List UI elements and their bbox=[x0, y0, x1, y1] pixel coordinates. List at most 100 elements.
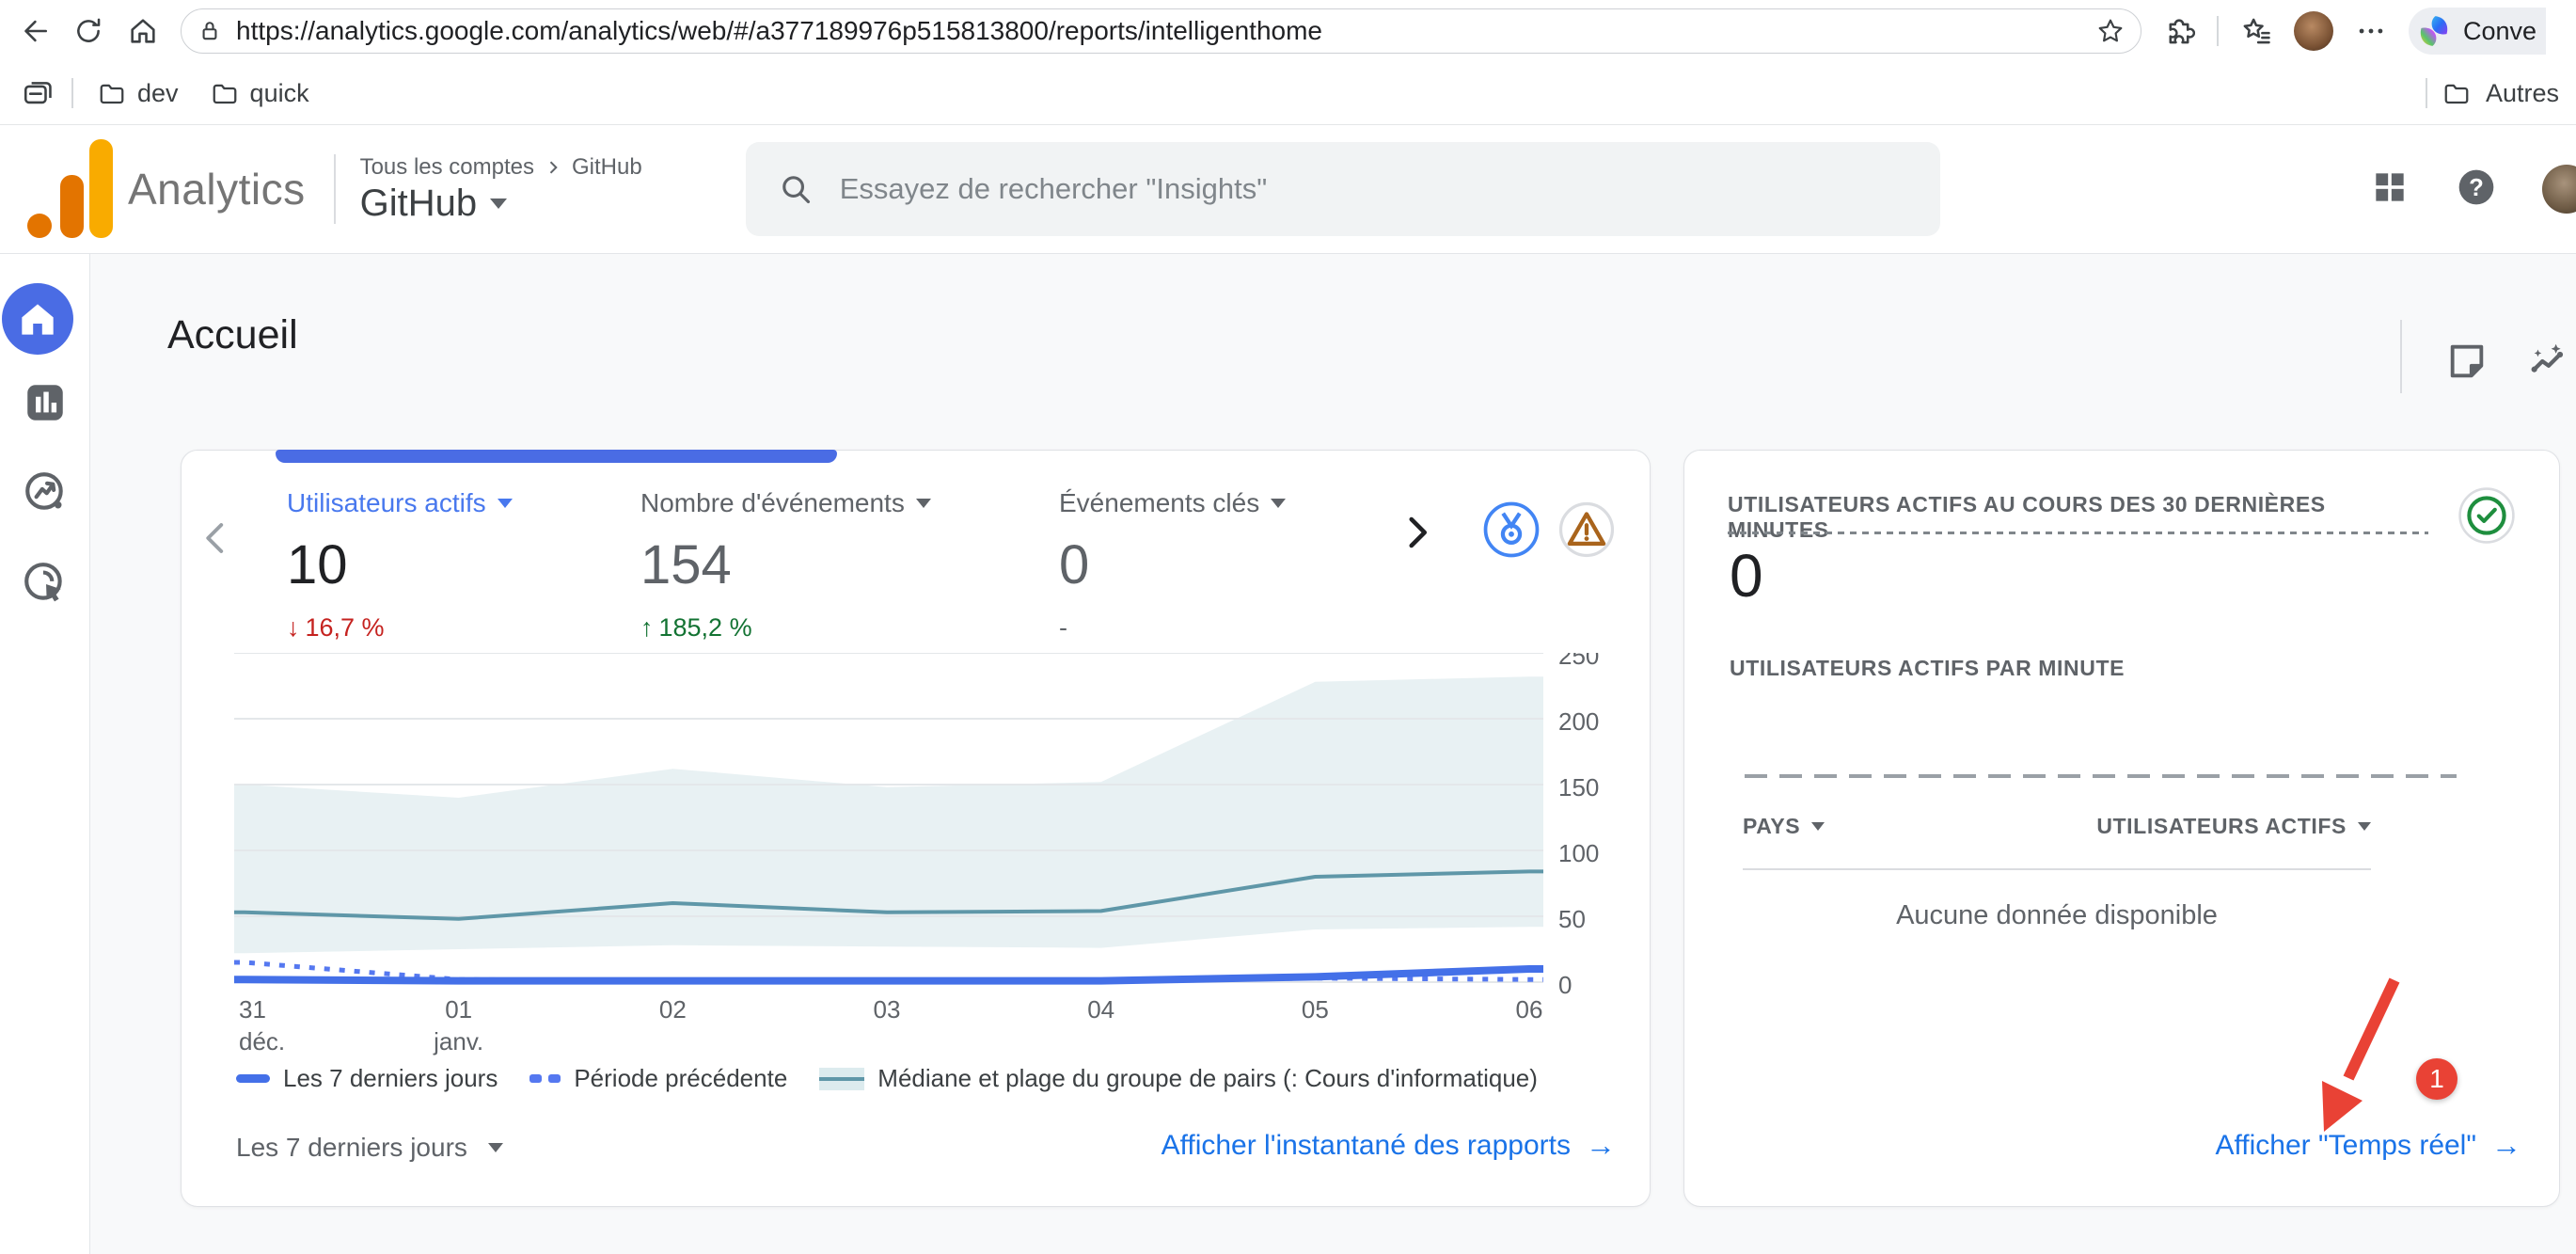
metric-selector[interactable]: Nombre d'événements bbox=[640, 488, 931, 518]
extensions-icon[interactable] bbox=[2155, 7, 2204, 56]
delta-arrow-icon: ↑ bbox=[640, 613, 654, 643]
folder-icon bbox=[2442, 79, 2471, 107]
insights-icon[interactable] bbox=[2526, 340, 2569, 383]
metric-value: 0 bbox=[1059, 533, 1286, 596]
favorites-bar-icon[interactable] bbox=[2232, 7, 2281, 56]
bookmark-folder-quick[interactable]: quick bbox=[211, 79, 309, 108]
main-content: Accueil Utilisateurs actifs 10 bbox=[90, 254, 2576, 1254]
collections-icon[interactable] bbox=[17, 72, 58, 114]
metric-delta: - bbox=[1059, 613, 1286, 643]
ga-profile-avatar[interactable] bbox=[2542, 165, 2576, 214]
metric-value: 10 bbox=[287, 533, 513, 596]
carousel-next-icon[interactable] bbox=[1397, 513, 1436, 557]
svg-text:50: 50 bbox=[1558, 905, 1586, 933]
browser-profile-avatar[interactable] bbox=[2294, 11, 2333, 51]
svg-text:janv.: janv. bbox=[433, 1027, 483, 1056]
date-range-selector[interactable]: Les 7 derniers jours bbox=[236, 1133, 503, 1163]
realtime-table-header: PAYS UTILISATEURS ACTIFS bbox=[1743, 814, 2371, 839]
nav-advertising-icon[interactable] bbox=[15, 553, 75, 613]
svg-text:150: 150 bbox=[1558, 773, 1599, 802]
header-actions: ? bbox=[2369, 165, 2576, 214]
carousel-prev-icon[interactable] bbox=[197, 518, 236, 563]
analytics-logo-icon bbox=[26, 139, 113, 239]
analytics-header: Analytics Tous les comptes GitHub GitHub… bbox=[0, 125, 2576, 254]
metric-key-events: Événements clés 0 - bbox=[1059, 488, 1286, 643]
empty-state-message: Aucune donnée disponible bbox=[1743, 900, 2371, 931]
svg-text:déc.: déc. bbox=[239, 1027, 285, 1056]
toolbar-separator bbox=[2217, 16, 2219, 46]
apps-grid-icon[interactable] bbox=[2369, 167, 2410, 213]
notes-icon[interactable] bbox=[2445, 340, 2489, 383]
chevron-down-icon bbox=[2358, 822, 2371, 831]
benchmarking-badge-icon[interactable] bbox=[1481, 500, 1541, 560]
chevron-down-icon bbox=[488, 1143, 503, 1152]
bookmark-folder-label: dev bbox=[137, 79, 179, 108]
legend-peer-group: Médiane et plage du groupe de pairs (: C… bbox=[819, 1064, 1538, 1093]
property-name: GitHub bbox=[360, 183, 478, 225]
overview-card: Utilisateurs actifs 10 ↓ 16,7 % Nombre d… bbox=[181, 450, 1651, 1207]
metric-selector[interactable]: Événements clés bbox=[1059, 488, 1286, 518]
bookmark-folder-dev[interactable]: dev bbox=[98, 79, 179, 108]
svg-text:03: 03 bbox=[874, 995, 901, 1024]
left-nav bbox=[0, 254, 90, 1254]
copilot-label: Conve bbox=[2463, 17, 2536, 46]
chevron-down-icon bbox=[1811, 822, 1825, 831]
metric-selector[interactable]: Utilisateurs actifs bbox=[287, 488, 513, 518]
back-icon[interactable] bbox=[9, 7, 58, 56]
folder-icon bbox=[211, 79, 239, 107]
account-switcher[interactable]: Tous les comptes GitHub GitHub bbox=[360, 154, 642, 225]
nav-reports-icon[interactable] bbox=[15, 373, 75, 433]
copilot-button[interactable]: Conve bbox=[2409, 8, 2546, 55]
folder-icon bbox=[98, 79, 126, 107]
search-input[interactable] bbox=[840, 172, 1686, 206]
page-header-separator bbox=[2400, 320, 2402, 393]
breadcrumb-account: GitHub bbox=[572, 154, 642, 181]
view-realtime-link[interactable]: Afficher "Temps réel" → bbox=[2215, 1128, 2521, 1163]
refresh-icon[interactable] bbox=[64, 7, 113, 56]
chevron-down-icon bbox=[916, 499, 931, 508]
chevron-down-icon bbox=[490, 198, 507, 209]
lock-icon bbox=[197, 18, 223, 44]
copilot-icon bbox=[2416, 13, 2452, 49]
page-header-actions bbox=[2400, 329, 2569, 393]
status-ok-icon[interactable] bbox=[2457, 486, 2516, 545]
nav-home-icon[interactable] bbox=[2, 283, 73, 355]
bookmarks-right-separator bbox=[2426, 78, 2427, 108]
svg-text:0: 0 bbox=[1558, 971, 1572, 999]
dotted-underline bbox=[1728, 532, 2428, 534]
bookmark-star-icon[interactable] bbox=[2095, 16, 2126, 46]
band-swatch-icon bbox=[819, 1068, 864, 1090]
chevron-right-icon bbox=[544, 158, 562, 177]
product-name: Analytics bbox=[128, 164, 306, 214]
active-users-column-header[interactable]: UTILISATEURS ACTIFS bbox=[2096, 814, 2371, 839]
delta-arrow-icon: ↓ bbox=[287, 613, 300, 643]
breadcrumb-root: Tous les comptes bbox=[360, 154, 534, 181]
dotted-line-swatch-icon bbox=[529, 1074, 561, 1083]
search-bar[interactable] bbox=[746, 142, 1940, 236]
svg-text:06: 06 bbox=[1516, 995, 1543, 1024]
app-body: Accueil Utilisateurs actifs 10 bbox=[0, 254, 2576, 1254]
svg-text:?: ? bbox=[2469, 175, 2484, 201]
warning-badge-icon[interactable] bbox=[1557, 500, 1617, 560]
metric-delta: ↑ 185,2 % bbox=[640, 613, 931, 643]
help-icon[interactable]: ? bbox=[2456, 167, 2497, 213]
search-icon bbox=[778, 171, 814, 207]
browser-toolbar: https://analytics.google.com/analytics/w… bbox=[0, 0, 2576, 62]
other-favorites[interactable]: Autres bbox=[2426, 78, 2559, 108]
url-text[interactable]: https://analytics.google.com/analytics/w… bbox=[236, 16, 2095, 46]
chart-legend: Les 7 derniers jours Période précédente … bbox=[236, 1064, 1538, 1093]
svg-text:02: 02 bbox=[659, 995, 687, 1024]
toolbar-right: Conve bbox=[2155, 7, 2533, 56]
home-nav-icon[interactable] bbox=[119, 7, 167, 56]
annotation-step-badge: 1 bbox=[2416, 1058, 2457, 1100]
country-column-header[interactable]: PAYS bbox=[1743, 814, 1825, 839]
table-divider bbox=[1743, 868, 2371, 870]
nav-explore-icon[interactable] bbox=[15, 462, 75, 522]
realtime-title: UTILISATEURS ACTIFS AU COURS DES 30 DERN… bbox=[1728, 492, 2428, 543]
more-menu-icon[interactable] bbox=[2347, 7, 2395, 56]
address-bar[interactable]: https://analytics.google.com/analytics/w… bbox=[181, 8, 2141, 54]
arrow-right-icon: → bbox=[2491, 1128, 2521, 1163]
metric-event-count: Nombre d'événements 154 ↑ 185,2 % bbox=[640, 488, 931, 643]
trend-chart: 05010015020025031déc.01janv.0203040506 bbox=[234, 653, 1621, 1064]
reports-snapshot-link[interactable]: Afficher l'instantané des rapports → bbox=[1162, 1128, 1616, 1163]
